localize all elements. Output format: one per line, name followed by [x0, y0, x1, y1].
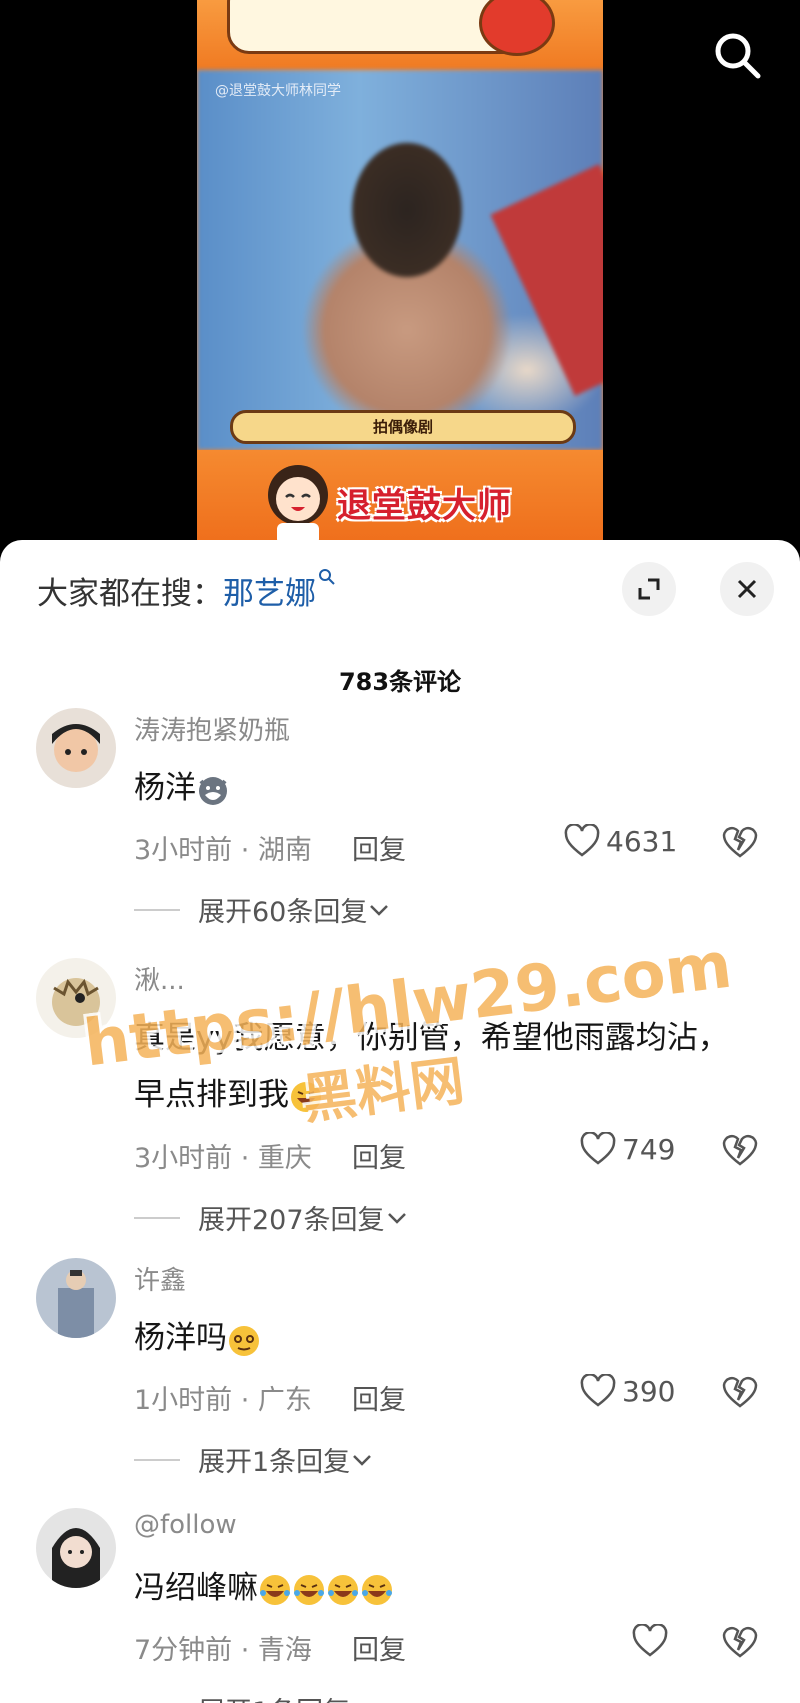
search-icon[interactable]	[712, 30, 762, 80]
hot-search-keyword[interactable]: 那艺娜	[223, 576, 316, 612]
laughing-emoji-icon	[294, 1574, 324, 1605]
comment-sheet: 大家都在搜：那艺娜 783条评论 涛涛抱紧奶瓶 杨洋 3小时前 · 湖南 回复 …	[0, 540, 800, 1703]
heart-icon	[564, 824, 600, 857]
reply-button[interactable]: 回复	[352, 1378, 406, 1417]
close-button[interactable]	[720, 562, 774, 616]
like-count: 749	[622, 1132, 676, 1166]
reply-button[interactable]: 回复	[352, 1628, 406, 1667]
like-button[interactable]: 390	[580, 1374, 675, 1408]
chevron-down-icon	[350, 1700, 374, 1703]
chevron-down-icon	[387, 1212, 406, 1224]
comment-username[interactable]: 涛涛抱紧奶瓶	[134, 710, 290, 747]
like-count: 390	[622, 1374, 676, 1408]
broken-heart-icon[interactable]	[722, 1624, 758, 1660]
video-logo-text: 退堂鼓大师	[337, 486, 512, 526]
broken-heart-icon[interactable]	[722, 1132, 758, 1168]
video-subtitle: 拍偶像剧	[230, 410, 576, 444]
expand-replies[interactable]: 展开60条回复	[134, 890, 391, 929]
heart-icon	[580, 1132, 616, 1165]
comment-meta: 7分钟前 · 青海	[134, 1635, 312, 1666]
background-red-shape	[490, 164, 603, 396]
expand-replies[interactable]: 展开1条回复	[134, 1440, 374, 1479]
dizzy-emoji-icon	[229, 1325, 259, 1356]
expand-icon	[638, 578, 660, 600]
avatar[interactable]	[36, 1258, 116, 1338]
comment-meta: 1小时前 · 广东	[134, 1385, 312, 1416]
heart-icon	[580, 1374, 616, 1407]
hot-search-label: 大家都在搜：	[37, 576, 223, 612]
comment-username[interactable]: @follow	[134, 1510, 237, 1540]
chevron-down-icon	[353, 1454, 372, 1466]
comment-text: 冯绍峰嘛	[134, 1560, 754, 1617]
video-watermark: @退堂鼓大师林同学	[215, 83, 341, 99]
comment-meta: 3小时前 · 重庆	[134, 1143, 312, 1174]
divider-line	[134, 1216, 180, 1219]
comment-username[interactable]: 湫...	[134, 960, 185, 997]
comment-count: 783条评论	[338, 668, 462, 696]
comment-text: 杨洋	[134, 760, 754, 817]
video-top-banner	[197, 0, 603, 70]
video-frame	[197, 70, 603, 450]
reply-button[interactable]: 回复	[352, 828, 406, 867]
keyword-search-icon	[319, 569, 335, 585]
comment-meta: 3小时前 · 湖南	[134, 835, 312, 866]
video-player[interactable]: @退堂鼓大师林同学 拍偶像剧 退堂鼓大师	[197, 0, 603, 542]
like-button[interactable]: 4631	[564, 824, 677, 858]
comment-username[interactable]: 许鑫	[134, 1260, 186, 1297]
broken-heart-icon[interactable]	[722, 1374, 758, 1410]
laughing-emoji-icon	[362, 1574, 392, 1605]
like-button[interactable]	[632, 1624, 674, 1658]
like-button[interactable]: 749	[580, 1132, 675, 1166]
avatar[interactable]	[36, 708, 116, 788]
avatar[interactable]	[36, 958, 116, 1038]
laughing-emoji-icon	[260, 1574, 290, 1605]
broken-heart-icon[interactable]	[722, 824, 758, 860]
expand-replies[interactable]: 展开1条回复	[134, 1690, 374, 1703]
hot-search-bar[interactable]: 大家都在搜：那艺娜	[37, 568, 336, 613]
laughing-emoji-icon	[328, 1574, 358, 1605]
avatar[interactable]	[36, 1508, 116, 1588]
divider-line	[134, 908, 180, 911]
reply-button[interactable]: 回复	[352, 1136, 406, 1175]
chevron-down-icon	[370, 904, 389, 916]
fullscreen-button[interactable]	[622, 562, 676, 616]
husky-emoji-icon	[199, 776, 227, 805]
heart-icon	[632, 1624, 668, 1657]
expand-replies[interactable]: 展开207条回复	[134, 1198, 409, 1237]
comment-text: 真是yy我愿意，你别管，希望他雨露均沾，早点排到我	[134, 1020, 729, 1113]
close-icon	[737, 579, 757, 599]
comment-text: 杨洋吗	[134, 1310, 754, 1367]
like-count: 4631	[606, 824, 678, 858]
mascot-icon	[268, 465, 328, 542]
laughing-emoji-icon	[291, 1081, 321, 1112]
divider-line	[134, 1458, 180, 1461]
